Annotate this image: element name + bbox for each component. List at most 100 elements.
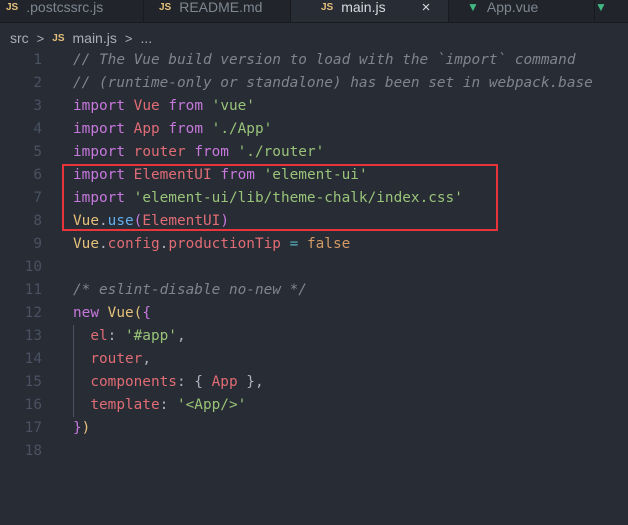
code-line[interactable]: 8 Vue.use(ElementUI): [0, 210, 628, 233]
code-token: :: [159, 397, 177, 413]
tab-postcssrc[interactable]: JS .postcssrc.js: [0, 0, 144, 22]
js-file-icon: JS: [321, 1, 334, 13]
code-line[interactable]: 13 el: '#app',: [0, 325, 628, 348]
breadcrumb-file[interactable]: main.js: [73, 30, 117, 46]
code-token: import: [73, 121, 125, 137]
code-token: // The Vue build version to load with th…: [73, 52, 576, 68]
code-line[interactable]: 3 import Vue from 'vue': [0, 95, 628, 118]
chevron-right-icon: >: [36, 30, 45, 46]
code-text: import Vue from 'vue': [73, 95, 255, 118]
code-line[interactable]: 2 // (runtime-only or standalone) has bee…: [0, 72, 628, 95]
code-line[interactable]: 10: [0, 256, 628, 279]
code-line[interactable]: 15 components: { App },: [0, 371, 628, 394]
code-token: :: [107, 328, 125, 344]
tab-overflow[interactable]: ▼: [595, 0, 628, 22]
code-token: App: [133, 121, 160, 137]
code-line[interactable]: 4 import App from './App': [0, 118, 628, 141]
code-token: }: [73, 420, 82, 436]
code-token: Vue: [133, 98, 160, 114]
code-token: // (runtime-only or standalone) has been…: [73, 75, 593, 91]
code-token: './router': [237, 144, 325, 160]
line-number: 17: [24, 420, 42, 436]
code-token: template: [90, 397, 160, 413]
tab-label: README.md: [179, 0, 263, 15]
line-number: 9: [33, 236, 42, 252]
code-text: Vue.use(ElementUI): [73, 210, 229, 233]
code-token: '#app': [124, 328, 177, 344]
code-text: import ElementUI from 'element-ui': [73, 164, 368, 187]
line-number: 8: [33, 213, 42, 229]
js-file-icon: JS: [159, 1, 172, 13]
code-token: ): [220, 213, 229, 229]
tab-app-vue[interactable]: ▼ App.vue: [449, 0, 595, 22]
tab-main-js[interactable]: JS main.js ×: [291, 0, 449, 22]
line-number: 4: [33, 121, 42, 137]
code-text: /* eslint-disable no-new */: [73, 279, 307, 302]
tab-label: App.vue: [486, 0, 539, 15]
code-token: .: [99, 236, 108, 252]
code-line[interactable]: 14 router,: [0, 348, 628, 371]
breadcrumb-symbols[interactable]: ...: [140, 30, 152, 46]
code-text: router,: [73, 348, 151, 371]
code-token: el: [90, 328, 108, 344]
code-token: App: [211, 374, 238, 390]
line-number: 14: [24, 351, 42, 367]
code-line[interactable]: 7 import 'element-ui/lib/theme-chalk/inde…: [0, 187, 628, 210]
code-line[interactable]: 18: [0, 440, 628, 463]
vue-file-icon: ▼: [595, 0, 607, 14]
code-line[interactable]: 12 new Vue({: [0, 302, 628, 325]
code-token: import: [73, 144, 125, 160]
code-line[interactable]: 17}): [0, 417, 628, 440]
code-line[interactable]: 1 // The Vue build version to load with t…: [0, 49, 628, 72]
code-line[interactable]: 5 import router from './router': [0, 141, 628, 164]
code-line[interactable]: 9 Vue.config.productionTip = false: [0, 233, 628, 256]
code-token: },: [237, 374, 264, 390]
code-token: from: [168, 121, 203, 137]
code-token: from: [194, 144, 229, 160]
code-token: =: [289, 236, 299, 252]
code-line[interactable]: 16 template: '<App/>': [0, 394, 628, 417]
line-number: 16: [24, 397, 42, 413]
code-token: 'element-ui': [263, 167, 368, 183]
code-token: router: [133, 144, 186, 160]
line-number: 6: [33, 167, 42, 183]
chevron-right-icon: >: [124, 30, 133, 46]
code-token: from: [220, 167, 255, 183]
code-token: config: [107, 236, 160, 252]
tab-readme[interactable]: JS README.md: [144, 0, 291, 22]
breadcrumb-folder[interactable]: src: [10, 30, 29, 46]
tab-label: main.js: [341, 0, 386, 15]
code-text: }): [73, 417, 90, 440]
close-icon[interactable]: ×: [422, 0, 431, 16]
line-number: 1: [33, 52, 42, 68]
line-number: 13: [24, 328, 42, 344]
code-line[interactable]: 6 import ElementUI from 'element-ui': [0, 164, 628, 187]
line-number: 3: [33, 98, 42, 114]
code-token: Vue: [73, 236, 99, 252]
code-token: new: [73, 305, 99, 321]
line-number: 5: [33, 144, 42, 160]
line-number: 15: [24, 374, 42, 390]
code-editor[interactable]: 1 // The Vue build version to load with t…: [0, 49, 628, 463]
code-token: 'element-ui/lib/theme-chalk/index.css': [133, 190, 463, 206]
editor-tab-bar: JS .postcssrc.js JS README.md JS main.js…: [0, 0, 628, 23]
code-token: ,: [176, 328, 186, 344]
code-text: import 'element-ui/lib/theme-chalk/index…: [73, 187, 463, 210]
line-number: 12: [24, 305, 42, 321]
code-token: .: [99, 213, 108, 229]
code-token: from: [168, 98, 203, 114]
code-line[interactable]: 11 /* eslint-disable no-new */: [0, 279, 628, 302]
code-token: {: [142, 305, 152, 321]
code-text: Vue.config.productionTip = false: [73, 233, 350, 256]
